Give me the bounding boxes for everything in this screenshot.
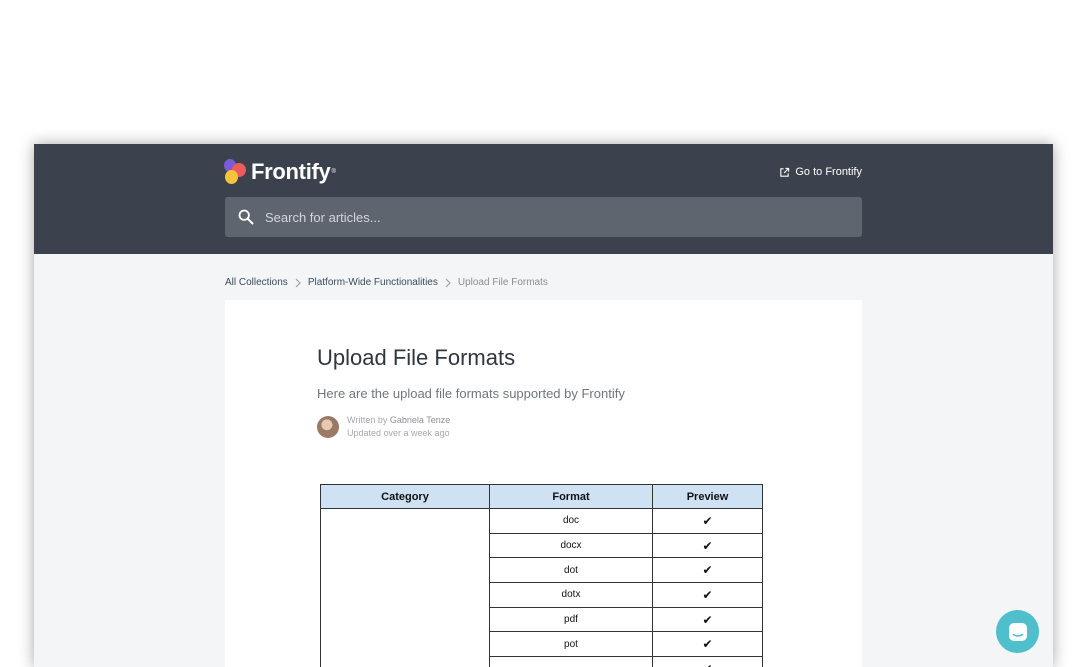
- format-cell: pot: [489, 631, 653, 658]
- preview-check-icon: ✔: [652, 656, 763, 667]
- format-cell: [489, 656, 653, 667]
- breadcrumb-current: Upload File Formats: [457, 277, 548, 288]
- table-row: doc ✔: [320, 508, 763, 667]
- header-category: Category: [320, 484, 490, 509]
- format-cell: docx: [489, 532, 653, 559]
- breadcrumb: All Collections Platform-Wide Functional…: [225, 277, 548, 288]
- breadcrumb-all-collections[interactable]: All Collections: [225, 277, 288, 288]
- preview-check-icon: ✔: [652, 606, 763, 633]
- go-to-frontify-label: Go to Frontify: [795, 166, 862, 178]
- category-cell: [320, 508, 490, 667]
- format-cell: dotx: [489, 582, 653, 608]
- article-author: Written by Gabriela Tenze Updated over a…: [317, 414, 450, 440]
- chevron-right-icon: [445, 278, 451, 287]
- preview-check-icon: ✔: [652, 557, 763, 584]
- written-by-label: Written by: [347, 415, 388, 425]
- frontify-logo-mark-icon: [224, 159, 248, 185]
- header-format: Format: [489, 484, 653, 509]
- article-subtitle: Here are the upload file formats support…: [317, 386, 625, 401]
- preview-check-icon: ✔: [652, 532, 763, 559]
- header-preview: Preview: [652, 484, 763, 509]
- file-formats-table: Category Format Preview doc ✔ docx ✔ dot: [320, 484, 763, 667]
- format-cell: doc: [489, 508, 653, 534]
- search-bar[interactable]: [225, 197, 862, 237]
- article-meta: Written by Gabriela Tenze Updated over a…: [347, 414, 450, 440]
- chat-icon: [1008, 622, 1027, 641]
- author-name: Gabriela Tenze: [389, 415, 451, 425]
- help-center-header: Frontify ® Go to Frontify: [34, 144, 1053, 254]
- preview-check-icon: ✔: [652, 582, 763, 608]
- format-cell: dot: [489, 557, 653, 584]
- chevron-right-icon: [295, 278, 301, 287]
- logo-text: Frontify: [251, 159, 331, 184]
- search-icon: [238, 209, 254, 225]
- chat-launcher-button[interactable]: [996, 610, 1039, 653]
- browser-viewport: Frontify ® Go to Frontify All Collection…: [34, 144, 1053, 667]
- breadcrumb-platform-wide[interactable]: Platform-Wide Functionalities: [308, 277, 438, 288]
- search-input[interactable]: [265, 209, 845, 225]
- preview-check-icon: ✔: [652, 508, 763, 534]
- external-link-icon: [780, 167, 790, 177]
- frontify-logo[interactable]: Frontify ®: [224, 158, 336, 186]
- go-to-frontify-link[interactable]: Go to Frontify: [779, 166, 862, 178]
- format-cell: pdf: [489, 606, 653, 633]
- avatar: [317, 416, 339, 438]
- article-title: Upload File Formats: [317, 345, 516, 370]
- updated-label: Updated over a week ago: [347, 428, 450, 438]
- preview-check-icon: ✔: [652, 631, 763, 658]
- table-header-row: Category Format Preview: [320, 484, 763, 509]
- article-card: Upload File Formats Here are the upload …: [225, 300, 862, 667]
- logo-trademark: ®: [331, 169, 336, 175]
